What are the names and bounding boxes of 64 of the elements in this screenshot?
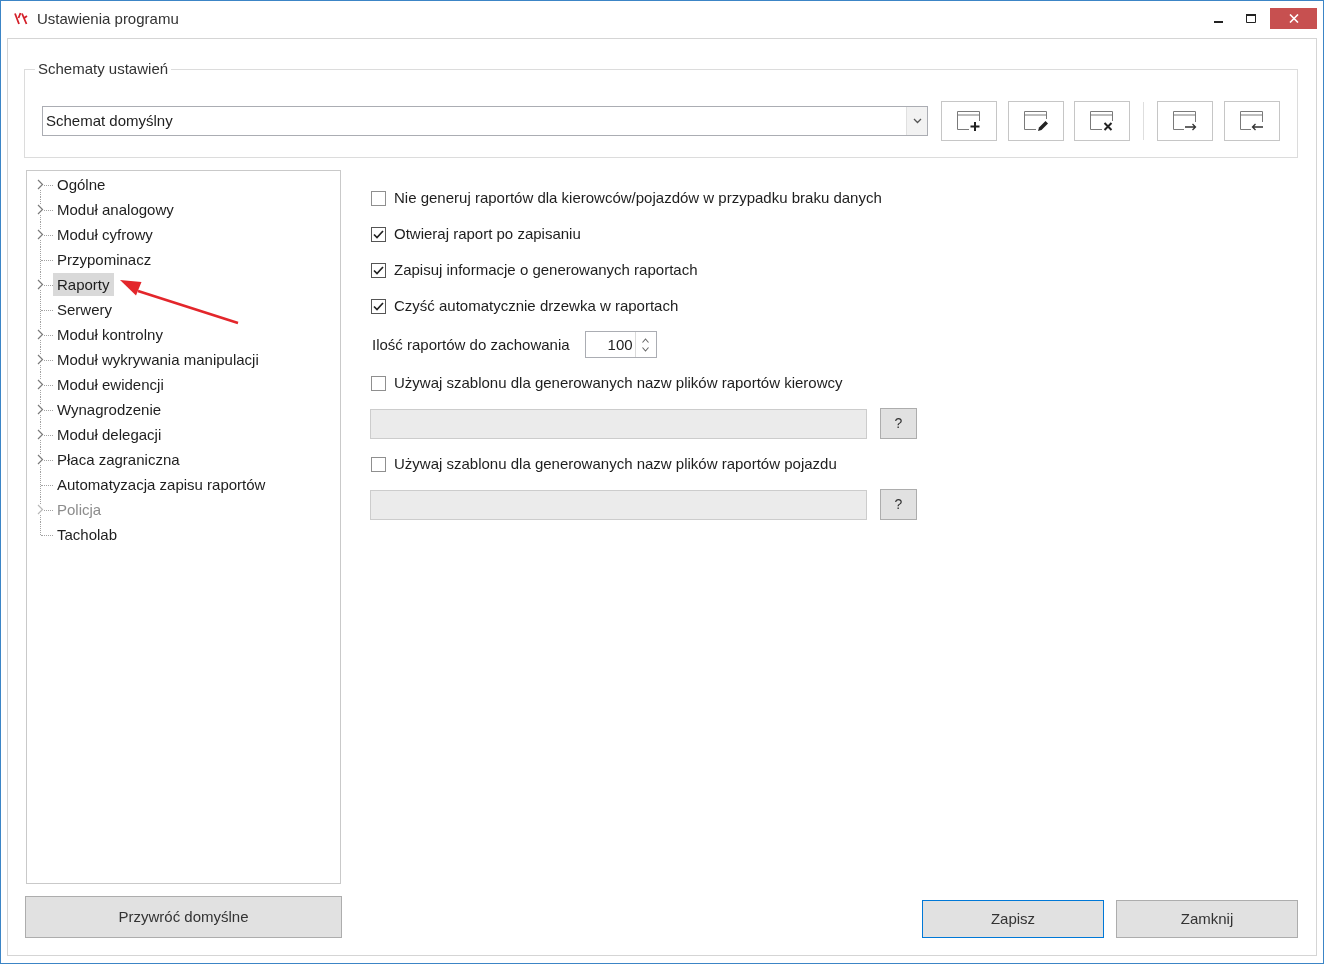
checkbox-label: Nie generuj raportów dla kierowców/pojazdów w przypadku braku danych (394, 188, 882, 208)
checkbox-label: Otwieraj raport po zapisaniu (394, 224, 581, 244)
window-title: Ustawienia programu (37, 9, 179, 29)
checkbox-label: Używaj szablonu dla generowanych nazw plików raportów pojazdu (394, 454, 837, 474)
checkbox[interactable] (371, 298, 386, 314)
group-title: Schematy ustawień (37, 60, 170, 78)
maximize-icon[interactable] (1246, 14, 1256, 23)
window-x-icon (1089, 110, 1115, 132)
chevron-right-icon[interactable] (37, 379, 44, 390)
checkbox-label: Używaj szablonu dla generowanych nazw plików raportów kierowcy (394, 373, 843, 393)
chevron-right-icon[interactable] (37, 454, 44, 465)
checkmark-icon (373, 301, 384, 311)
tree-item[interactable]: Ogólne (53, 173, 110, 196)
toolbar-button[interactable] (1157, 101, 1213, 141)
chevron-right-icon[interactable] (37, 279, 44, 290)
checkbox[interactable] (371, 226, 386, 242)
window-arrow-left-icon (1239, 110, 1265, 132)
toolbar-button[interactable] (1224, 101, 1280, 141)
tree-item[interactable]: Płaca zagraniczna (53, 448, 184, 471)
tree-item[interactable]: Moduł analogowy (53, 198, 178, 221)
dialog-button[interactable]: Zamknij (1116, 900, 1298, 938)
tree-item[interactable]: Moduł wykrywania manipulacji (53, 348, 263, 371)
checkbox[interactable] (371, 262, 386, 278)
chevron-up-icon[interactable] (642, 337, 650, 343)
window-pencil-icon (1023, 110, 1049, 132)
checkbox[interactable] (371, 190, 386, 206)
tree-item[interactable]: Tacholab (53, 523, 122, 546)
restore-defaults-button[interactable]: Przywróć domyślne (25, 896, 342, 938)
close-button[interactable] (1270, 8, 1317, 29)
checkmark-icon (373, 265, 384, 275)
scheme-dropdown[interactable]: Schemat domyślny (42, 106, 928, 136)
chevron-down-icon (912, 118, 922, 124)
tree-item[interactable]: Przypominacz (53, 248, 156, 271)
window-plus-icon (956, 110, 982, 132)
tree-item[interactable]: Automatyzacja zapisu raportów (53, 473, 270, 496)
field-label: Ilość raportów do zachowania (372, 334, 570, 355)
tree-item[interactable]: Moduł ewidencji (53, 373, 168, 396)
tree-item[interactable]: Serwery (53, 298, 116, 321)
tree-item[interactable]: Moduł delegacji (53, 423, 166, 446)
chevron-right-icon[interactable] (37, 179, 44, 190)
tree-item[interactable]: Wynagrodzenie (53, 398, 166, 421)
toolbar-button[interactable] (941, 101, 997, 141)
checkbox[interactable] (371, 375, 386, 391)
chevron-down-icon[interactable] (642, 346, 650, 352)
window-arrow-right-icon (1172, 110, 1198, 132)
close-icon (1288, 14, 1299, 23)
checkmark-icon (373, 229, 384, 239)
chevron-right-icon[interactable] (37, 354, 44, 365)
checkbox-label: Czyść automatycznie drzewka w raportach (394, 296, 679, 316)
checkbox[interactable] (371, 456, 386, 472)
chevron-right-icon[interactable] (37, 404, 44, 415)
tree-item[interactable]: Moduł cyfrowy (53, 223, 157, 246)
toolbar-button[interactable] (1074, 101, 1130, 141)
chevron-right-icon[interactable] (37, 229, 44, 240)
chevron-right-icon[interactable] (37, 429, 44, 440)
chevron-right-icon[interactable] (37, 204, 44, 215)
tree-item[interactable]: Raporty (53, 273, 114, 296)
number-field[interactable]: 100 (584, 331, 657, 358)
tree-item[interactable]: Moduł kontrolny (53, 323, 167, 346)
dialog-button[interactable]: Zapisz (922, 900, 1104, 938)
chevron-right-icon[interactable] (37, 329, 44, 340)
checkbox-label: Zapisuj informacje o generowanych raportach (394, 260, 698, 280)
app-logo-icon (14, 12, 28, 25)
toolbar-button[interactable] (1008, 101, 1064, 141)
